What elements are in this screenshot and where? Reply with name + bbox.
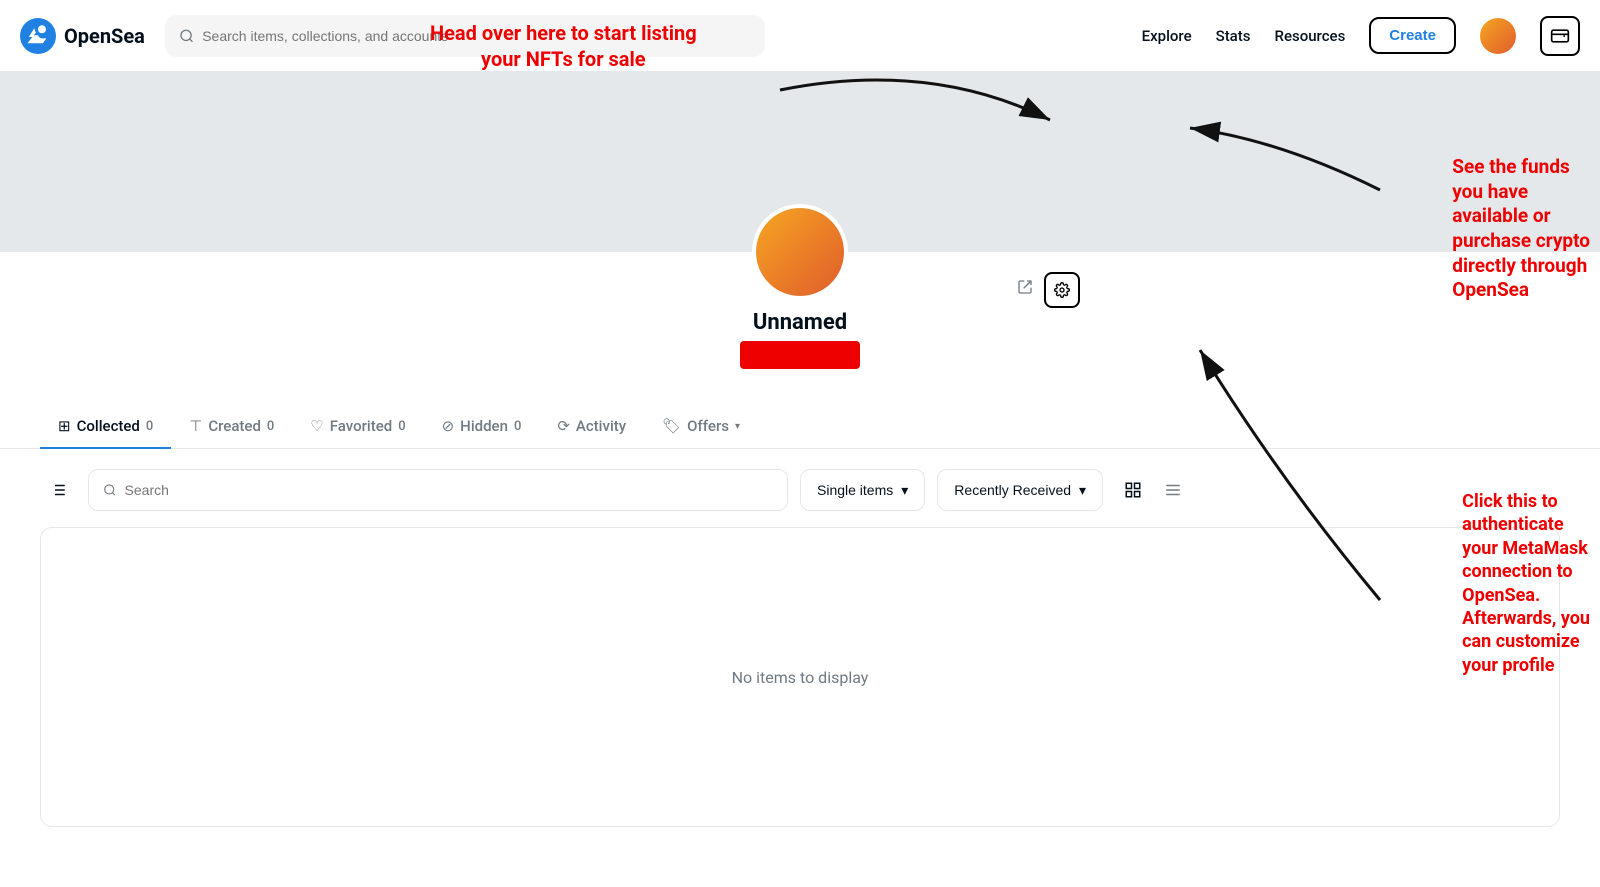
hidden-icon: ⊘ [442,417,455,435]
tabs-bar: ⊞ Collected 0 ⊤ Created 0 ♡ Favorited 0 … [0,405,1600,449]
nav-links: Explore Stats Resources Create [1142,16,1580,56]
wallet-icon [1550,26,1570,46]
list-icon [1164,481,1182,499]
content-area: Single items ▾ Recently Received ▾ No it… [0,449,1600,847]
single-items-label: Single items [817,482,893,498]
profile-section: Unnamed [0,252,1600,389]
recently-received-label: Recently Received [954,482,1071,498]
chevron-down-icon: ▾ [735,421,740,432]
tab-created[interactable]: ⊤ Created 0 [171,405,292,449]
profile-avatar [752,204,848,300]
nav-explore[interactable]: Explore [1142,27,1192,45]
wallet-button[interactable] [1540,16,1580,56]
gear-icon [1054,282,1070,298]
brand-name: OpenSea [64,24,145,48]
tab-hidden-label: Hidden [460,417,508,435]
share-icon [1017,279,1033,295]
chevron-down-icon: ▾ [1079,482,1086,499]
item-search-box[interactable] [88,469,788,511]
grid-icon [1124,481,1142,499]
settings-button[interactable] [1044,272,1080,308]
navbar: OpenSea Explore Stats Resources Create [0,0,1600,72]
tab-offers-label: Offers [687,417,729,435]
filter-toggle-button[interactable] [40,472,76,508]
tab-hidden[interactable]: ⊘ Hidden 0 [424,405,540,449]
profile-name: Unnamed [753,310,847,335]
grid-view-button[interactable] [1115,472,1151,508]
tab-collected-label: Collected [77,417,140,435]
tab-favorited-label: Favorited [330,417,392,435]
empty-message: No items to display [732,668,869,687]
tab-favorited-count: 0 [398,419,405,434]
tab-created-label: Created [208,417,261,435]
content-toolbar: Single items ▾ Recently Received ▾ [40,469,1560,511]
tab-hidden-count: 0 [514,419,521,434]
recently-received-dropdown[interactable]: Recently Received ▾ [937,469,1103,511]
filter-icon [49,481,67,499]
tab-collected-count: 0 [146,419,153,434]
nav-resources[interactable]: Resources [1275,27,1346,45]
tab-favorited[interactable]: ♡ Favorited 0 [292,405,423,449]
logo[interactable]: OpenSea [20,18,145,54]
create-button[interactable]: Create [1369,17,1456,54]
single-items-dropdown[interactable]: Single items ▾ [800,469,925,511]
collected-icon: ⊞ [58,417,71,435]
view-toggle [1115,472,1191,508]
nav-stats[interactable]: Stats [1216,27,1251,45]
search-bar[interactable] [165,15,765,57]
item-search-input[interactable] [125,482,773,498]
profile-address [740,341,860,369]
avatar[interactable] [1480,18,1516,54]
share-button[interactable] [1010,272,1040,302]
chevron-down-icon: ▾ [901,482,908,499]
list-view-button[interactable] [1155,472,1191,508]
tab-collected[interactable]: ⊞ Collected 0 [40,405,171,449]
search-input[interactable] [202,28,751,44]
tab-activity[interactable]: ⟳ Activity [539,405,644,449]
offers-icon: 🏷 [662,417,681,435]
heart-icon: ♡ [310,417,323,435]
tab-created-count: 0 [267,419,274,434]
tab-activity-label: Activity [576,417,626,435]
created-icon: ⊤ [189,417,202,435]
search-icon [179,28,194,44]
search-icon [103,483,117,497]
activity-icon: ⟳ [557,417,570,435]
tab-offers[interactable]: 🏷 Offers ▾ [644,405,758,449]
empty-state: No items to display [40,527,1560,827]
opensea-logo-icon [20,18,56,54]
